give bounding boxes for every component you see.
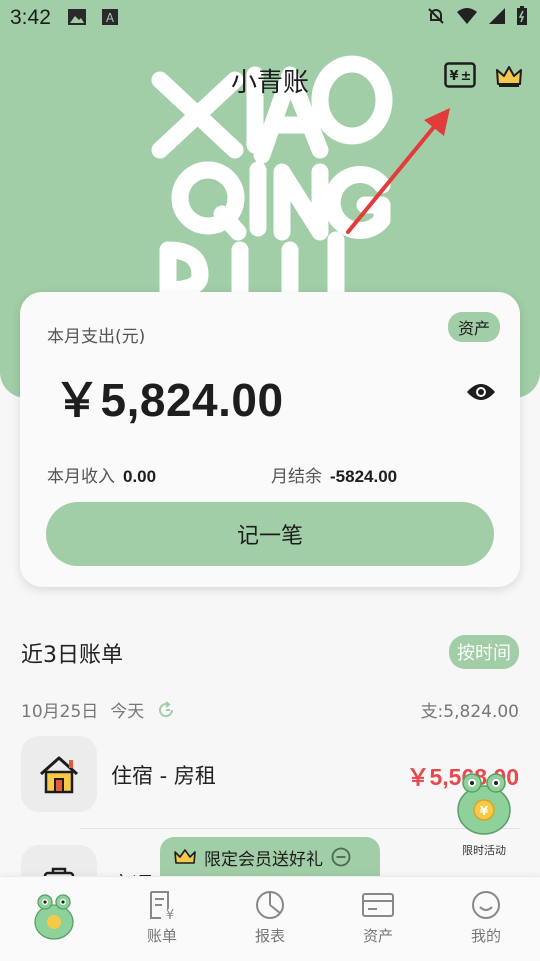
close-promo-icon[interactable]: [331, 847, 351, 867]
monthly-income: 本月收入 0.00: [47, 462, 156, 487]
nav-reports[interactable]: 报表: [230, 889, 310, 946]
battery-icon: [517, 6, 527, 25]
nav-mine[interactable]: 我的: [446, 889, 526, 946]
limited-activity-label: 限时活动: [462, 844, 506, 857]
crown-icon: [174, 849, 196, 864]
promo-label: 限定会员送好礼: [204, 849, 323, 870]
crown-icon: [496, 66, 522, 87]
nav-reports-label: 报表: [254, 927, 285, 945]
pie-chart-icon: [256, 891, 284, 919]
smile-icon: [472, 891, 500, 919]
svg-text:¥: ¥: [480, 804, 489, 818]
sort-by-time-chip[interactable]: 按时间: [449, 635, 519, 669]
svg-text:¥: ¥: [166, 908, 174, 921]
card-icon: [362, 893, 394, 917]
nav-bills[interactable]: ¥ 账单: [122, 889, 202, 946]
nav-home[interactable]: [14, 891, 94, 945]
svg-text:A: A: [106, 11, 115, 25]
monthly-balance-value: -5824.00: [330, 467, 398, 486]
image-notification-icon: [68, 9, 86, 25]
monthly-income-value: 0.00: [123, 467, 157, 486]
asset-chip[interactable]: 资产: [447, 312, 500, 342]
monthly-expense-amount: ￥5,824.00: [54, 374, 284, 426]
bill-icon: ¥: [150, 891, 174, 921]
currency-calculator-icon: ¥ ±: [444, 62, 476, 88]
nav-mine-label: 我的: [470, 927, 501, 945]
calculator-button[interactable]: ¥ ±: [444, 62, 476, 92]
bill-date: 10月25日: [21, 702, 99, 722]
day-total: 支:5,824.00: [420, 702, 519, 722]
monthly-expense-label: 本月支出(元): [47, 327, 146, 347]
house-icon: [40, 756, 78, 794]
mute-bell-icon: [428, 8, 444, 24]
nav-assets-label: 资产: [362, 927, 393, 945]
frog-mascot-icon: ¥: [457, 773, 511, 835]
eye-icon: [467, 384, 495, 400]
monthly-income-label: 本月收入: [47, 467, 115, 487]
status-bar: 3:42 A: [0, 0, 540, 36]
mascot-icon: [34, 894, 74, 940]
record-entry-button[interactable]: 记一笔: [46, 502, 494, 566]
svg-text:¥: ¥: [449, 69, 458, 84]
vip-crown-button[interactable]: [495, 64, 523, 92]
bill-name: 住宿 - 房租: [111, 764, 216, 788]
text-notification-icon: A: [102, 9, 118, 25]
date-group-header: 10月25日 今天: [21, 697, 176, 722]
refresh-icon[interactable]: [156, 700, 176, 720]
status-time: 3:42: [10, 6, 51, 29]
toggle-visibility-button[interactable]: [466, 382, 496, 406]
monthly-summary-card: 本月支出(元) 资产 ￥5,824.00 本月收入 0.00 月结余 -5824.0…: [20, 292, 520, 587]
wifi-icon: [457, 8, 477, 24]
member-promo-banner[interactable]: 限定会员送好礼: [160, 837, 380, 877]
svg-text:±: ±: [461, 69, 472, 84]
nav-assets[interactable]: 资产: [338, 889, 418, 946]
bottom-navigation: ¥ 账单 报表 资产 我的: [0, 876, 540, 961]
nav-bills-label: 账单: [146, 927, 177, 945]
monthly-balance-label: 月结余: [271, 467, 322, 487]
recent-bills-title: 近3日账单: [21, 643, 123, 668]
limited-activity-float-button[interactable]: ¥ 限时活动: [452, 770, 516, 858]
annotation-arrow: [346, 108, 450, 234]
bill-category-icon-box: [21, 736, 97, 812]
monthly-balance: 月结余 -5824.00: [271, 462, 397, 487]
today-label: 今天: [110, 702, 145, 722]
signal-icon: [489, 8, 505, 24]
